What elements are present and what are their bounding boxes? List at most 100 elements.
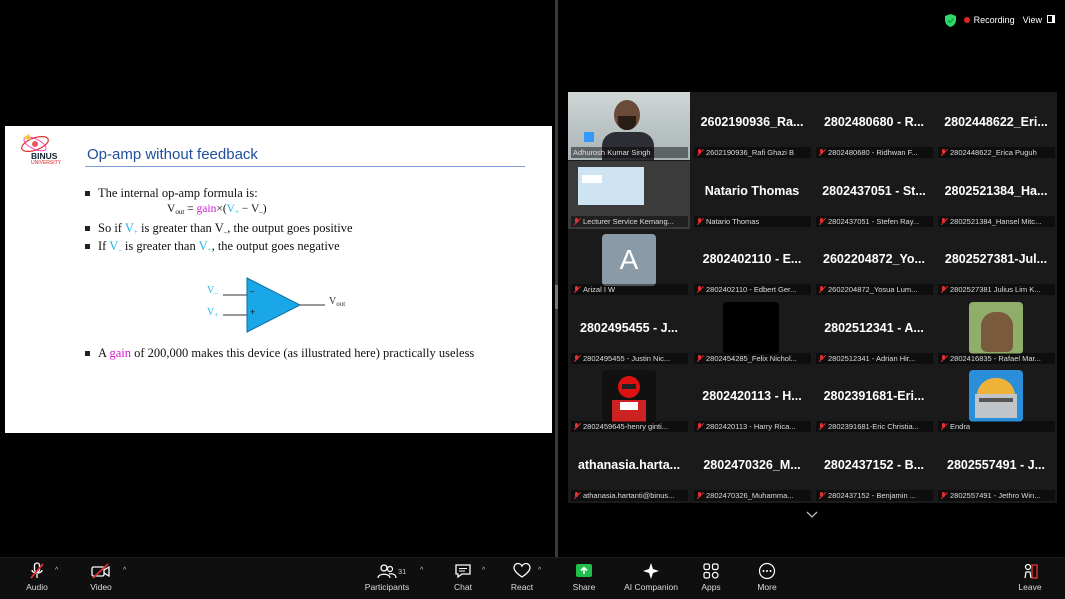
mic-muted-icon [818,492,825,500]
slide-title: Op-amp without feedback [87,146,258,163]
diagram-vout: Vout [329,296,346,308]
video-button[interactable]: Video [86,562,116,592]
participant-tile[interactable]: 2802437152 - B... 2802437152 - Benjamin .… [813,435,935,503]
avatar: A [602,234,656,286]
react-options-caret[interactable]: ^ [538,567,541,574]
participant-name-label: Adhurosh Kumar Singh [571,147,688,158]
audio-options-caret[interactable]: ^ [55,567,58,574]
mic-muted-icon [696,492,703,500]
video-off-icon [91,563,110,579]
participant-name-label: 2802470326_Muhamma... [694,489,811,501]
mic-muted-icon [818,355,825,363]
participant-tile[interactable]: 2802521384_Ha... 2802521384_Hansel Mitc..… [935,161,1057,229]
participant-name-label: athanasia.hartanti@binus... [571,489,688,501]
participant-tile[interactable]: Lecturer Service Kemang... [568,161,690,229]
chevron-down-icon[interactable] [806,510,818,520]
diagram-minus-sign: – [250,287,255,296]
audio-button[interactable]: Audio [22,562,52,592]
view-grid-icon [1047,15,1055,23]
participant-tile[interactable]: 2802495455 - J... 2802495455 - Justin Nic… [568,298,690,366]
react-button[interactable]: React [510,562,534,592]
participant-name-label: Lecturer Service Kemang... [571,215,688,227]
diagram-vminus: V– [207,285,218,297]
meeting-status-bar: Recording View [944,12,1055,28]
participant-tile[interactable]: 2802527381-Jul... 2802527381 Julius Lim K… [935,229,1057,297]
bullet-4: A gain of 200,000 makes this device (as … [85,346,474,361]
mic-muted-icon [940,423,947,431]
mic-muted-icon [696,218,703,226]
participant-tile[interactable]: Natario Thomas Natario Thomas [691,161,813,229]
chat-button[interactable]: Chat [452,562,474,592]
mic-muted-icon [30,562,44,579]
video-options-caret[interactable]: ^ [123,567,126,574]
mic-muted-icon [573,423,580,431]
mic-muted-icon [573,286,580,294]
mic-muted-icon [573,218,580,226]
participant-tile[interactable]: 2802437051 - St... 2802437051 - Stefen Ra… [813,161,935,229]
participant-display-name: 2802470326_M... [703,458,801,472]
participant-display-name: 2802437152 - B... [823,458,925,472]
bullet-3: If V– is greater than V+, the output goe… [85,239,340,254]
participant-name-label: Endra [938,420,1055,432]
meeting-toolbar: Audio ^ Video ^ Participants 31 ^ Chat ^… [0,557,1065,599]
mic-muted-icon [818,218,825,226]
participant-tile[interactable]: 2802480680 - R... 2802480680 - Ridhwan F.… [813,92,935,160]
share-button[interactable]: Share [572,562,596,592]
participant-name-label: 2802480680 - Ridhwan F... [816,146,933,158]
participant-display-name: 2602204872_Yo... [823,252,925,266]
participant-display-name: 2802521384_Ha... [944,184,1048,198]
participant-tile[interactable]: 2802416835 - Rafael Mar... [935,298,1057,366]
participant-name-label: 2602204872_Yosua Lum... [816,283,933,295]
participant-tile[interactable]: 2802420113 - H... 2802420113 - Harry Rica… [691,366,813,434]
participant-tile[interactable]: 2802402110 - E... 2802402110 - Edbert Ger… [691,229,813,297]
participant-tile[interactable]: athanasia.harta... athanasia.hartanti@bin… [568,435,690,503]
recording-indicator[interactable]: Recording [963,15,1015,25]
shield-icon[interactable] [944,13,956,27]
apps-button[interactable]: Apps [700,562,722,592]
divider-grip[interactable] [555,285,558,309]
participant-name-label: 2802437051 - Stefen Ray... [816,215,933,227]
participant-tile[interactable]: 2802448622_Eri... 2802448622_Erica Puguh [935,92,1057,160]
ai-companion-button[interactable]: AI Companion [622,562,680,592]
participant-tile[interactable]: 2602204872_Yo... 2602204872_Yosua Lum... [813,229,935,297]
participant-display-name: 2802420113 - H... [702,389,802,403]
participant-name-label: 2802495455 - Justin Nic... [571,352,688,364]
participant-tile[interactable]: 2802512341 - A... 2802512341 - Adrian Hir… [813,298,935,366]
participant-display-name: 2802480680 - R... [823,115,925,129]
participant-gallery: Adhurosh Kumar Singh 2602190936_Ra... 2602… [568,92,1057,503]
participant-tile[interactable]: 2802454285_Felix Nichol... [691,298,813,366]
bullet-2: So if V+ is greater than V–, the output … [85,221,353,236]
mic-muted-icon [573,355,580,363]
participant-tile[interactable]: A Arizal I W [568,229,690,297]
participant-name-label: 2802402110 - Edbert Ger... [694,283,811,295]
participant-tile[interactable]: 2802459645-henry ginti... [568,366,690,434]
participant-name-label: 2802459645-henry ginti... [571,420,688,432]
sparkle-icon [643,563,659,579]
participant-tile[interactable]: 2802391681-Eri... 2802391681-Eric Christi… [813,366,935,434]
view-button[interactable]: View [1023,15,1055,25]
participants-icon [377,564,397,579]
participant-tile[interactable]: 2802557491 - J... 2802557491 - Jethro Win… [935,435,1057,503]
participant-name-label: Natario Thomas [694,215,811,227]
more-button[interactable]: More [756,562,778,592]
participant-tile[interactable]: Endra [935,366,1057,434]
participant-name-label: 2802527381 Julius Lim K... [938,283,1055,295]
mic-muted-icon [818,149,825,157]
mic-muted-icon [940,218,947,226]
mic-muted-icon [696,149,703,157]
split-divider[interactable] [555,0,558,557]
participant-display-name: 2802391681-Eri... [823,389,925,403]
mic-muted-icon [940,286,947,294]
participant-tile[interactable]: 2802470326_M... 2802470326_Muhamma... [691,435,813,503]
more-icon [758,562,776,580]
participant-tile[interactable]: Adhurosh Kumar Singh [568,92,690,160]
participant-name-label: 2802448622_Erica Puguh [938,146,1055,158]
presentation-slide: BINUS UNIVERSITY Op-amp without feedback… [5,126,552,433]
participant-name-label: 2802391681-Eric Christia... [816,420,933,432]
chat-options-caret[interactable]: ^ [482,567,485,574]
participants-options-caret[interactable]: ^ [420,567,423,574]
mic-muted-icon [696,423,703,431]
leave-button[interactable]: Leave [1018,562,1042,592]
participant-tile[interactable]: 2602190936_Ra... 2602190936_Rafi Ghazi B [691,92,813,160]
mic-muted-icon [940,149,947,157]
